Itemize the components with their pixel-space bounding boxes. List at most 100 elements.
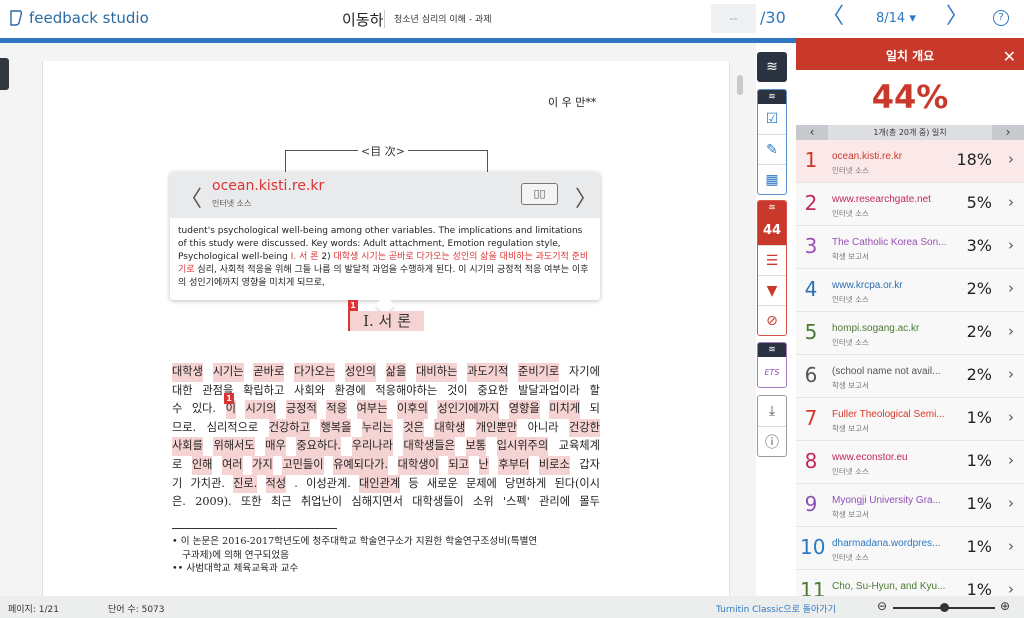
match-row[interactable]: 6 (school name not avail... 학생 보고서 2% › <box>796 355 1024 398</box>
match-row[interactable]: 9 Myongji University Gra... 학생 보고서 1% › <box>796 484 1024 527</box>
zoom-out-icon[interactable]: ⊖ <box>877 599 887 613</box>
matched-text[interactable]: 후부터 <box>498 455 530 475</box>
match-row[interactable]: 2 www.researchgate.net 인터넷 소스 5% › <box>796 183 1024 226</box>
info-icon[interactable]: ⓘ <box>758 426 786 456</box>
help-icon[interactable]: ? <box>993 10 1009 26</box>
chevron-right-icon[interactable]: › <box>1008 365 1014 383</box>
matched-text[interactable]: 긍정적 <box>285 400 317 419</box>
matched-text[interactable]: 진로. <box>233 474 258 494</box>
match-badge[interactable]: 1 <box>348 300 358 311</box>
close-icon[interactable]: ✕ <box>1003 43 1016 70</box>
matched-text[interactable]: 난 <box>478 455 489 475</box>
matched-text[interactable]: 우리나라 <box>351 437 393 456</box>
matched-text[interactable]: 곧바로 <box>253 363 285 382</box>
matched-text[interactable]: 적응 <box>326 400 347 419</box>
match-source[interactable]: The Catholic Korea Son... <box>832 237 947 248</box>
match-source[interactable]: www.researchgate.net <box>832 194 931 205</box>
filter-icon[interactable]: ▼ <box>758 275 786 305</box>
rubric-grid-icon[interactable]: ▦ <box>758 164 786 194</box>
matched-text[interactable]: 행복을 <box>320 418 352 438</box>
matched-text[interactable]: 인해 <box>191 455 213 475</box>
matched-text[interactable]: 누리는 <box>361 418 393 438</box>
matched-text[interactable]: 비로소 <box>538 455 570 475</box>
next-paper-button[interactable]: 〉 <box>946 5 968 29</box>
matched-text[interactable]: 대학생 <box>434 418 466 438</box>
chevron-right-icon[interactable]: › <box>1008 537 1014 555</box>
matched-text[interactable]: 시기의 <box>245 400 277 419</box>
matched-text[interactable]: 대비하는 <box>416 363 458 382</box>
matched-text[interactable]: 중요하다. <box>296 437 342 456</box>
matched-text[interactable]: 다가오는 <box>294 363 336 382</box>
section-title[interactable]: Ⅰ. 서 론 <box>348 311 424 331</box>
popup-source[interactable]: ocean.kisti.re.kr <box>212 178 324 194</box>
chevron-right-icon[interactable]: › <box>1008 236 1014 254</box>
match-source[interactable]: www.econstor.eu <box>832 452 908 463</box>
match-row[interactable]: 10 dharmadana.wordpres... 인터넷 소스 1% › <box>796 527 1024 570</box>
chevron-right-icon[interactable]: › <box>1008 494 1014 512</box>
matched-text[interactable]: 건강한 <box>569 418 600 438</box>
matched-text[interactable]: 되고 <box>448 455 469 475</box>
matched-text[interactable]: 성인기에까지 <box>437 400 500 419</box>
matched-text[interactable]: 입시위주의 <box>496 437 549 456</box>
match-row[interactable]: 4 www.krcpa.or.kr 인터넷 소스 2% › <box>796 269 1024 312</box>
chevron-right-icon[interactable]: › <box>1008 150 1014 168</box>
match-row[interactable]: 11 Cho, Su-Hyun, and Kyu... 1% › <box>796 570 1024 596</box>
matched-text[interactable]: 고민들이 <box>282 455 324 475</box>
match-row[interactable]: 5 hompi.sogang.ac.kr 인터넷 소스 2% › <box>796 312 1024 355</box>
matched-text[interactable]: 적성 <box>265 474 287 494</box>
match-row[interactable]: 7 Fuller Theological Semi... 학생 보고서 1% › <box>796 398 1024 441</box>
chevron-right-icon[interactable]: › <box>1008 451 1014 469</box>
matched-text[interactable]: 대학생들은 <box>403 437 455 456</box>
chevron-right-icon[interactable]: › <box>1008 193 1014 211</box>
match-badge[interactable]: 1 <box>224 393 234 404</box>
matched-text[interactable]: 영향을 <box>508 400 540 419</box>
matched-text[interactable]: 이후의 <box>396 400 428 419</box>
prev-match-icon[interactable]: ‹ <box>796 125 828 140</box>
chevron-right-icon[interactable]: › <box>1008 580 1014 596</box>
sidebar-toggle-handle[interactable] <box>0 58 9 90</box>
chevron-right-icon[interactable]: › <box>1008 322 1014 340</box>
zoom-in-icon[interactable]: ⊕ <box>1000 599 1010 613</box>
matched-text[interactable]: 위해서도 <box>213 437 255 456</box>
next-match-icon[interactable]: › <box>992 125 1024 140</box>
match-source[interactable]: Cho, Su-Hyun, and Kyu... <box>832 581 945 592</box>
exclude-icon[interactable]: ⊘ <box>758 305 786 335</box>
match-source[interactable]: ocean.kisti.re.kr <box>832 151 902 162</box>
popup-next-icon[interactable]: 〉 <box>575 181 597 213</box>
edit-comment-icon[interactable]: ✎ <box>758 134 786 164</box>
similarity-score-button[interactable]: 44 <box>758 215 786 245</box>
match-row[interactable]: 1 ocean.kisti.re.kr 인터넷 소스 18% › <box>796 140 1024 183</box>
popup-prev-icon[interactable]: 〈 <box>180 181 202 213</box>
matched-text[interactable]: 여부는 <box>356 400 388 419</box>
matched-text[interactable]: 매우 <box>265 437 286 456</box>
chevron-right-icon[interactable]: › <box>1008 279 1014 297</box>
matched-text[interactable]: 보통 <box>465 437 487 456</box>
download-icon[interactable]: ⤓ <box>758 396 786 426</box>
matched-text[interactable]: 가지 <box>252 455 273 475</box>
matched-text[interactable]: 과도기적 <box>467 363 509 382</box>
matched-text[interactable]: 사회를 <box>172 437 203 456</box>
matched-text[interactable]: 삶을 <box>385 363 407 382</box>
logo[interactable]: feedback studio <box>8 9 149 27</box>
matched-text[interactable]: 시기는 <box>212 363 244 382</box>
matched-text[interactable]: 개인뿐만 <box>475 418 518 438</box>
compare-view-icon[interactable]: ▯▯ <box>521 183 558 205</box>
layers-button[interactable]: ≋ <box>757 52 787 82</box>
matched-text[interactable]: 대학생 <box>172 363 203 382</box>
match-source[interactable]: Fuller Theological Semi... <box>832 409 945 420</box>
zoom-slider-handle[interactable] <box>940 603 949 612</box>
match-source[interactable]: www.krcpa.or.kr <box>832 280 903 291</box>
prev-paper-button[interactable]: 〈 <box>822 5 844 29</box>
match-source[interactable]: hompi.sogang.ac.kr <box>832 323 919 334</box>
matched-text[interactable]: 것은 <box>403 418 424 438</box>
matched-text[interactable]: 준비기로 <box>518 363 560 382</box>
document-scrollbar[interactable] <box>737 75 743 95</box>
match-source[interactable]: (school name not avail... <box>832 366 940 377</box>
checkmark-icon[interactable]: ☑ <box>758 104 786 134</box>
match-source[interactable]: Myongji University Gra... <box>832 495 941 506</box>
chevron-right-icon[interactable]: › <box>1008 408 1014 426</box>
matched-text[interactable]: 건강하고 <box>268 418 310 438</box>
sort-filter-icon[interactable]: ☰ <box>758 245 786 275</box>
paper-selector[interactable]: 8/14 ▾ <box>876 11 916 26</box>
match-source[interactable]: dharmadana.wordpres... <box>832 538 940 549</box>
